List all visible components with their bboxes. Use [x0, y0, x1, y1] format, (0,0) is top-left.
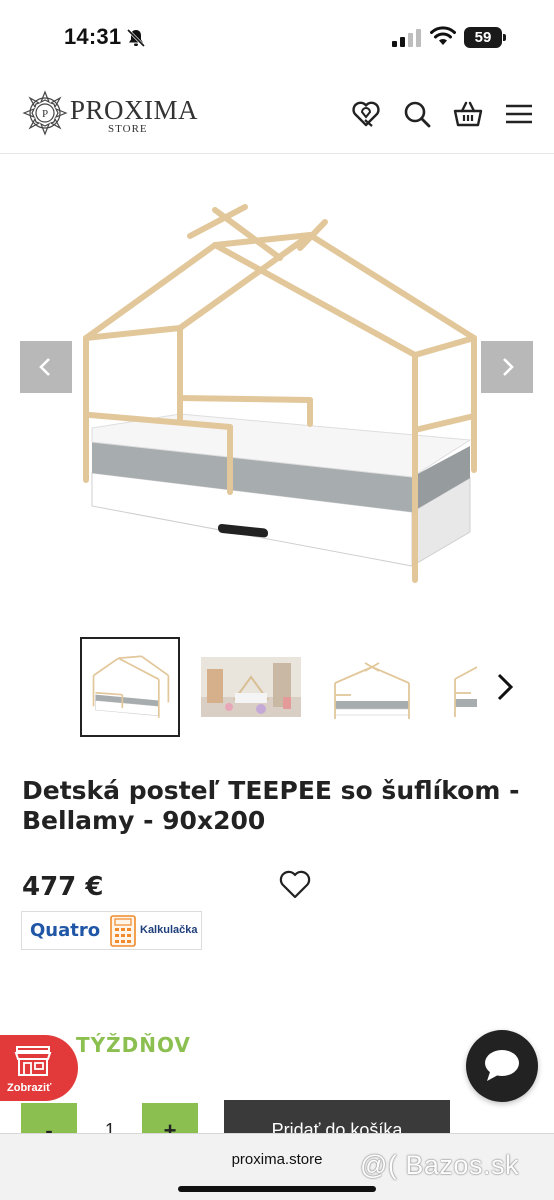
chat-bubble-icon	[485, 1050, 519, 1081]
thumbnail-2[interactable]	[201, 637, 301, 737]
thumbnail-3[interactable]	[321, 637, 421, 737]
delivery-weeks-text: TÝŽDŇOV	[76, 1033, 191, 1057]
logo-mandala-icon: P	[22, 90, 68, 136]
quatro-calculator-button[interactable]: Quatro Kalkulačka	[21, 911, 202, 950]
menu-icon[interactable]	[503, 98, 535, 130]
product-price: 477 €	[22, 872, 104, 902]
thumbnail-room-image	[201, 657, 301, 717]
thumbnail-strip	[0, 632, 554, 742]
gallery-prev-button[interactable]	[20, 341, 72, 393]
battery-indicator: 59	[464, 27, 506, 48]
product-gallery	[0, 155, 554, 625]
thumbnail-4[interactable]	[441, 637, 477, 737]
site-header: P PROXIMA STORE	[0, 70, 554, 154]
browser-address-bar: proxima.store @( Bazos.sk	[0, 1133, 554, 1200]
gallery-next-button[interactable]	[481, 341, 533, 393]
quatro-brand: Quatro	[30, 920, 101, 941]
search-icon[interactable]	[401, 98, 433, 130]
thumbnails-next-icon[interactable]	[490, 670, 520, 704]
battery-level: 59	[464, 27, 502, 48]
site-logo[interactable]: P PROXIMA STORE	[22, 90, 198, 140]
storefront-icon	[14, 1046, 52, 1076]
home-indicator	[178, 1186, 376, 1192]
thumbnail-bed-side-image	[454, 666, 477, 717]
product-title: Detská posteľ TEEPEE so šuflíkom - Bella…	[22, 776, 520, 835]
chat-button[interactable]	[466, 1030, 538, 1102]
bell-off-icon	[126, 28, 146, 48]
chevron-right-icon	[503, 358, 514, 376]
bazos-watermark: @( Bazos.sk	[360, 1150, 519, 1180]
thumbnail-bed-image	[92, 655, 170, 718]
battery-tip	[503, 34, 506, 41]
show-store-badge[interactable]: Zobraziť	[0, 1035, 78, 1101]
basket-icon[interactable]	[452, 98, 484, 130]
add-to-wishlist-heart-icon[interactable]	[278, 870, 312, 900]
show-badge-label: Zobraziť	[7, 1082, 52, 1094]
logo-letter: P	[42, 108, 48, 120]
chevron-left-icon	[39, 358, 50, 376]
logo-sub: STORE	[108, 123, 148, 135]
status-time: 14:31	[64, 24, 122, 49]
wishlist-heart-icon[interactable]	[350, 98, 382, 130]
status-bar: 14:31 59	[0, 0, 554, 70]
thumbnail-1[interactable]	[80, 637, 180, 737]
thumbnail-bed-front-image	[334, 662, 410, 719]
product-image-bed[interactable]	[70, 190, 490, 590]
calculator-icon	[110, 915, 136, 947]
quatro-calculator-label: Kalkulačka	[140, 924, 198, 936]
signal-icon	[392, 29, 421, 47]
logo-name: PROXIMA	[70, 95, 199, 125]
wifi-icon	[430, 26, 456, 45]
